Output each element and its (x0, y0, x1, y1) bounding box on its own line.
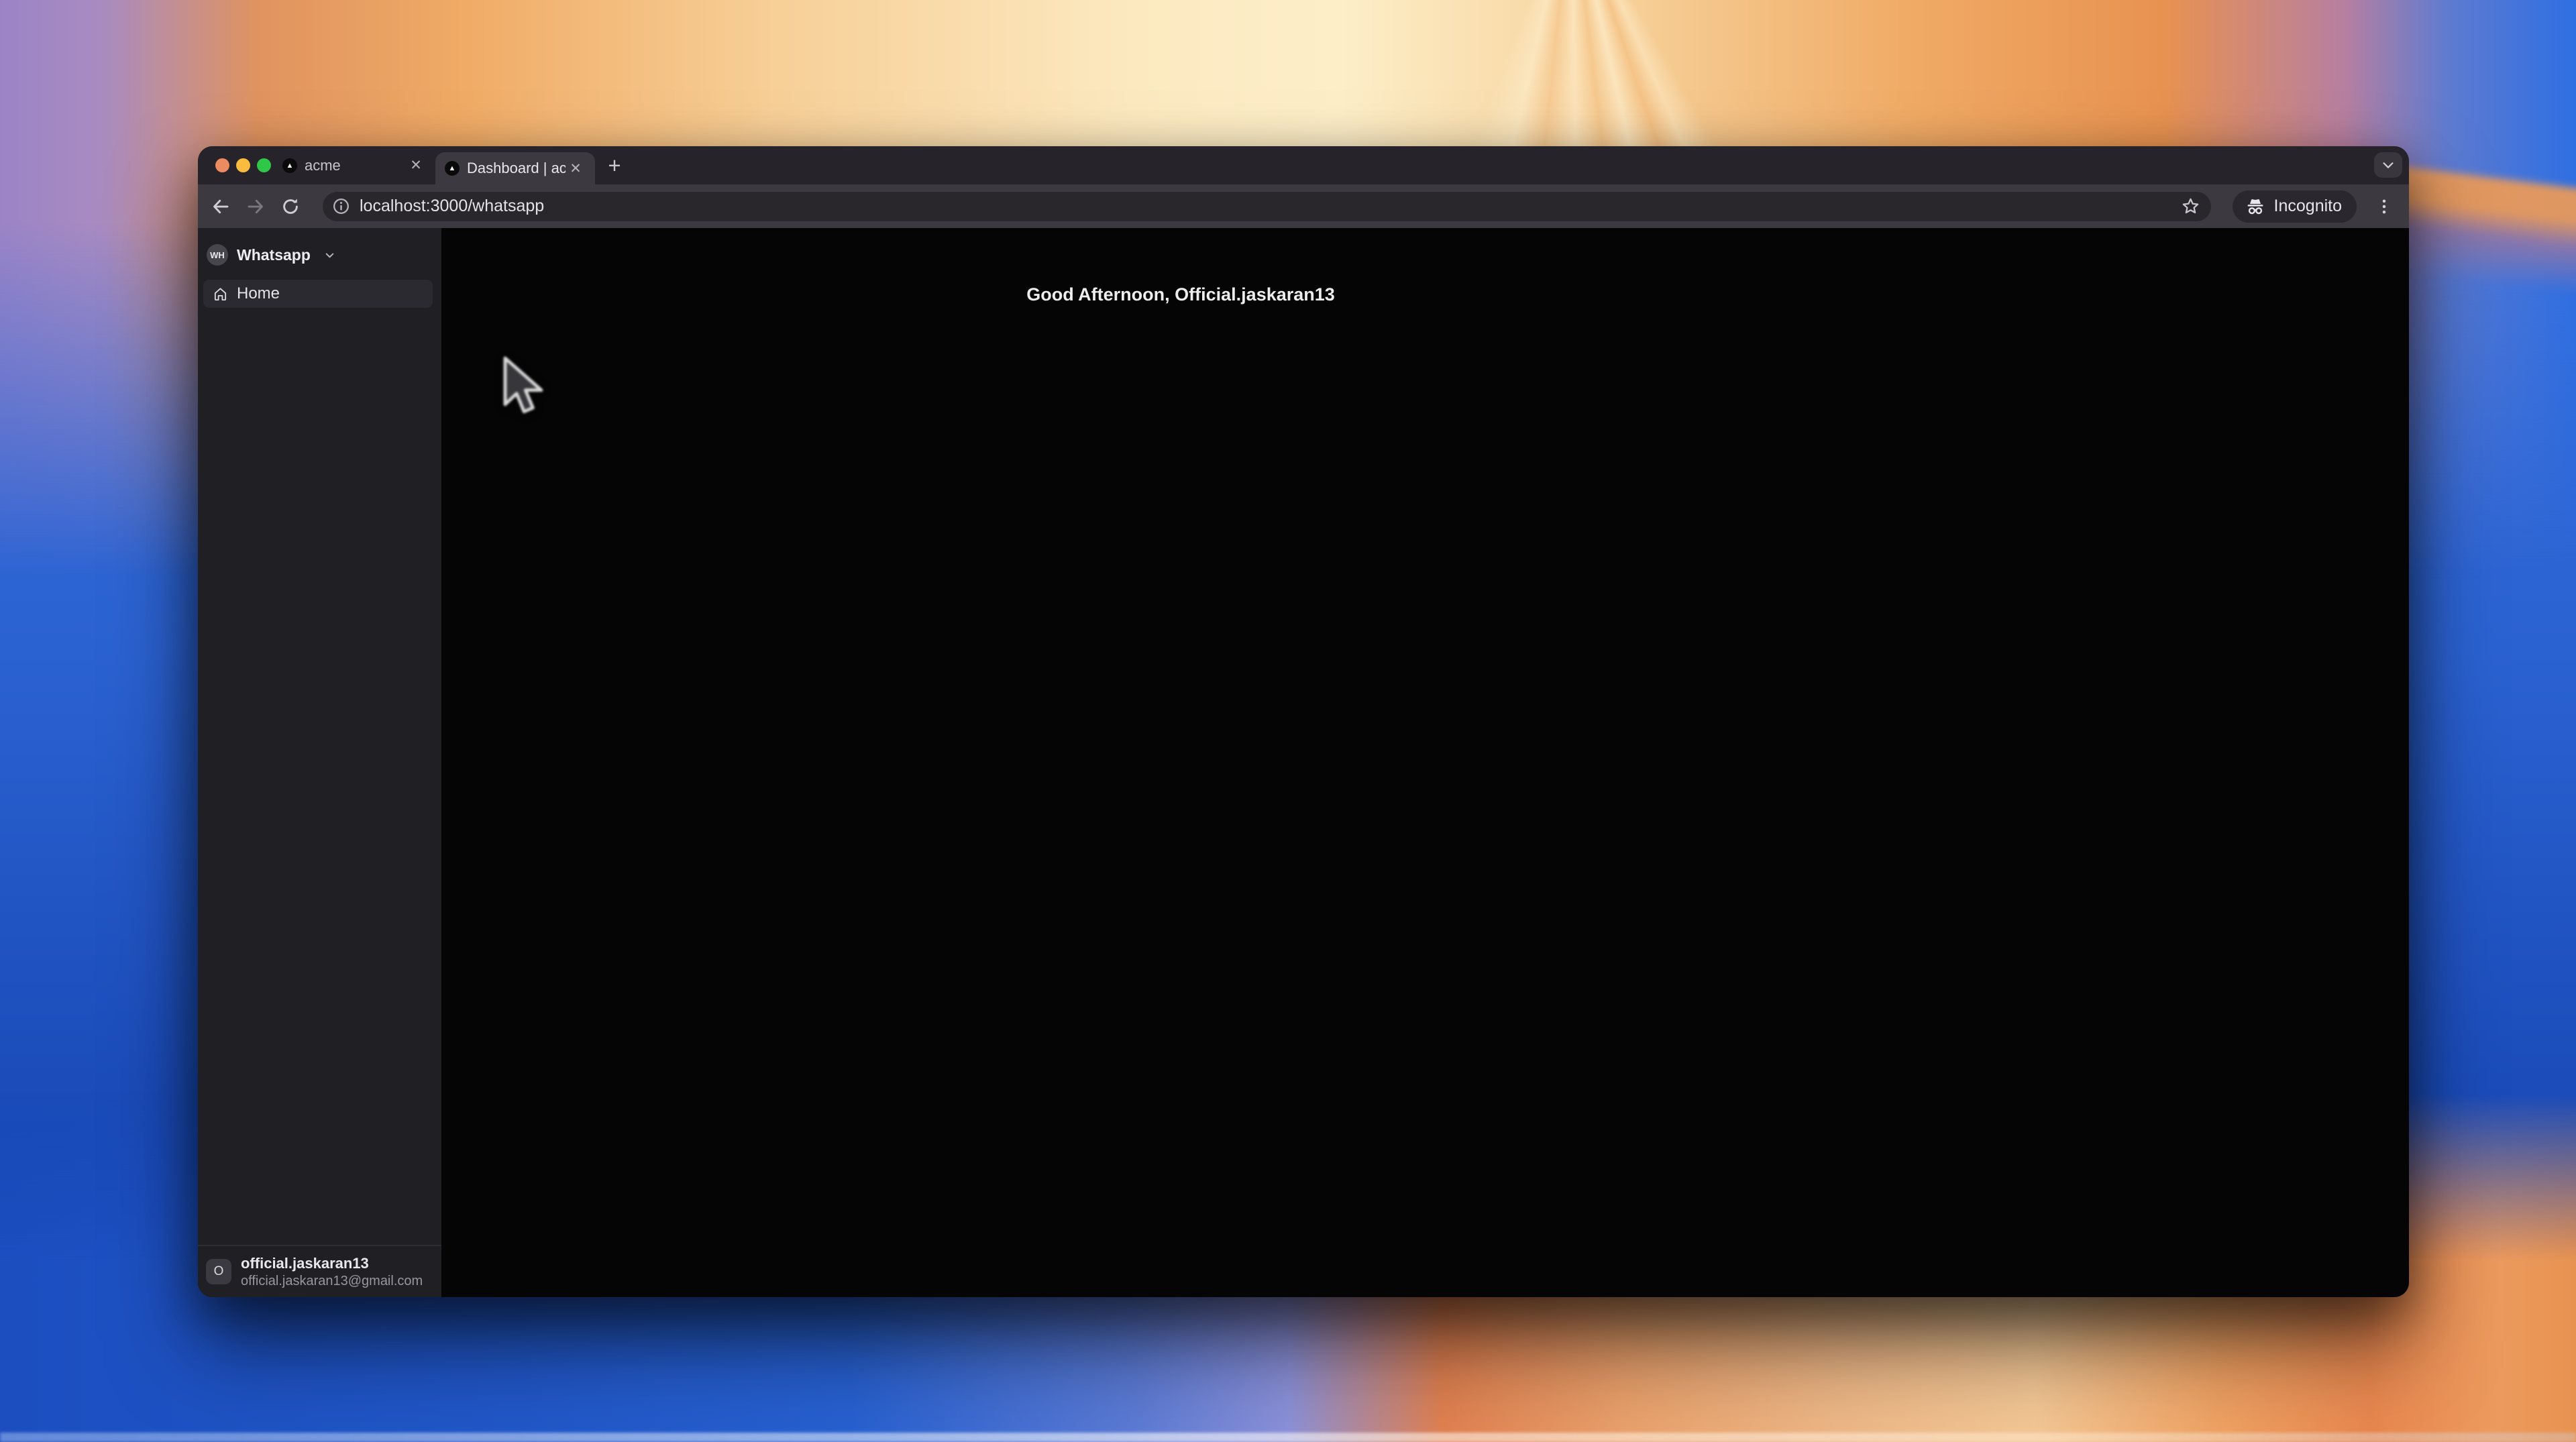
traffic-lights (198, 158, 273, 172)
back-button[interactable] (206, 192, 235, 221)
reload-button[interactable] (276, 192, 305, 221)
chevron-down-icon (2383, 162, 2394, 168)
wallpaper-bottom-glow (0, 1433, 2576, 1442)
sidebar-item-label: Home (237, 284, 280, 302)
user-avatar: O (206, 1259, 231, 1284)
tab-title: Dashboard | acme (467, 160, 566, 176)
three-dot-menu-icon (2382, 199, 2386, 213)
browser-menu-button[interactable] (2373, 192, 2396, 221)
close-tab-icon[interactable]: ✕ (406, 156, 426, 176)
user-name: official.jaskaran13 (241, 1255, 369, 1272)
tab-acme[interactable]: ▲ acme ✕ (273, 146, 435, 184)
user-email: official.jaskaran13@gmail.com (241, 1273, 423, 1288)
zoom-window-button[interactable] (257, 158, 271, 172)
vercel-favicon-icon: ▲ (282, 158, 297, 173)
vercel-favicon-icon: ▲ (445, 161, 460, 176)
workspace-switcher[interactable]: WH Whatsapp (207, 244, 432, 266)
user-profile[interactable]: O official.jaskaran13 official.jaskaran1… (198, 1245, 441, 1297)
greeting-heading: Good Afternoon, Official.jaskaran13 (1026, 284, 1335, 304)
back-arrow-icon (213, 199, 229, 213)
forward-button[interactable] (241, 192, 270, 221)
desktop: ▲ acme ✕ ▲ Dashboard | acme ✕ + (0, 0, 2576, 1442)
url-text[interactable]: localhost:3000/whatsapp (360, 197, 2181, 216)
site-info-icon[interactable] (332, 197, 350, 215)
app-sidebar: WH Whatsapp Home O official.jaskaran13 o… (198, 228, 441, 1297)
bookmark-star-icon[interactable] (2181, 197, 2200, 216)
close-tab-icon[interactable]: ✕ (566, 158, 586, 178)
new-tab-button[interactable]: + (602, 153, 627, 178)
workspace-name: Whatsapp (237, 245, 311, 264)
minimize-window-button[interactable] (236, 158, 250, 172)
sidebar-item-home[interactable]: Home (203, 280, 433, 308)
chevron-down-icon (325, 253, 334, 258)
incognito-icon (2247, 199, 2263, 214)
incognito-label: Incognito (2273, 197, 2342, 215)
browser-window: ▲ acme ✕ ▲ Dashboard | acme ✕ + (198, 146, 2409, 1297)
home-icon (214, 287, 227, 300)
browser-toolbar: localhost:3000/whatsapp Incognito (198, 184, 2409, 228)
tab-dashboard-acme[interactable]: ▲ Dashboard | acme ✕ (435, 152, 595, 184)
forward-arrow-icon (248, 199, 263, 213)
workspace-avatar: WH (207, 244, 228, 266)
page-content: WH Whatsapp Home O official.jaskaran13 o… (198, 228, 2409, 1297)
incognito-badge: Incognito (2232, 190, 2357, 223)
close-window-button[interactable] (215, 158, 229, 172)
reload-icon (283, 199, 298, 214)
address-bar[interactable]: localhost:3000/whatsapp (323, 191, 2211, 221)
dashboard-main: Good Afternoon, Official.jaskaran13 (441, 228, 2409, 1297)
tab-search-button[interactable] (2374, 152, 2402, 178)
user-identity: official.jaskaran13 official.jaskaran13@… (241, 1254, 423, 1289)
tab-strip: ▲ acme ✕ ▲ Dashboard | acme ✕ + (198, 146, 2409, 184)
tab-title: acme (305, 156, 341, 174)
